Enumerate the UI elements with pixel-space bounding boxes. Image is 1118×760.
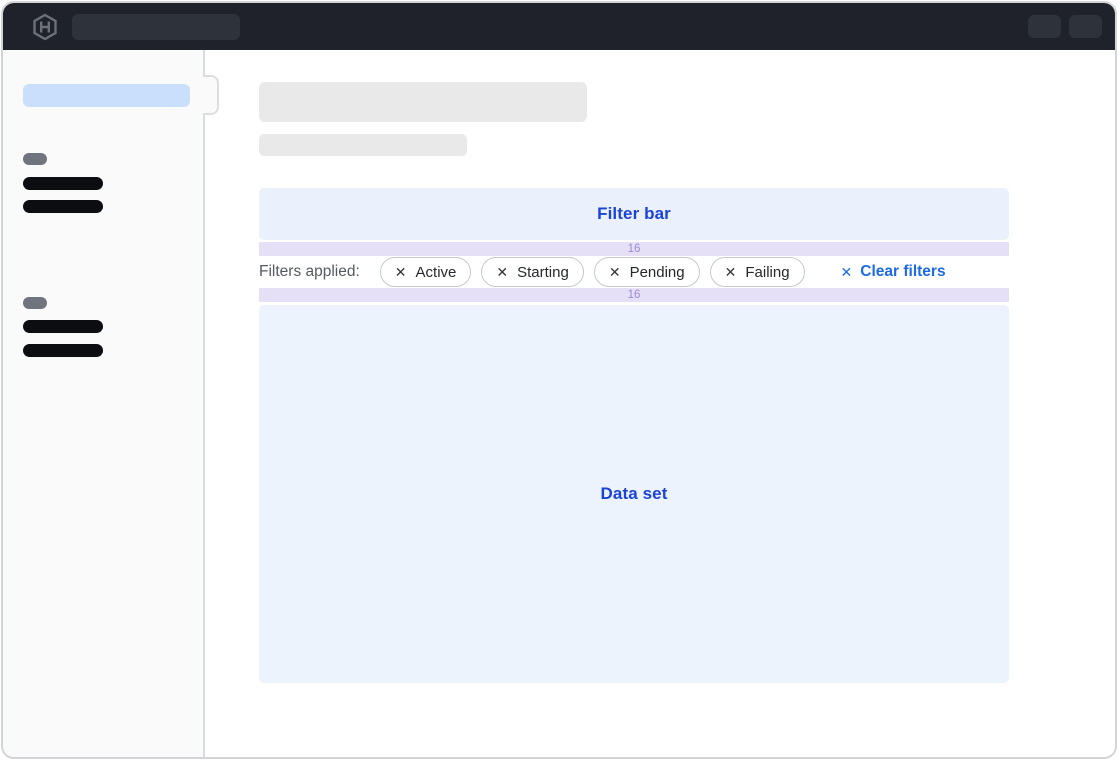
filter-chip-label: Starting <box>517 264 569 281</box>
sidebar-nav-item-placeholder-1[interactable] <box>23 177 103 190</box>
data-set-region: Data set <box>259 305 1009 683</box>
topbar-action-button-2[interactable] <box>1069 15 1102 38</box>
spacing-annotation-bottom: 16 <box>259 288 1009 302</box>
spacing-annotation-top: 16 <box>259 242 1009 256</box>
topbar-action-button-1[interactable] <box>1028 15 1061 38</box>
hashicorp-logo-icon <box>32 13 58 41</box>
sidebar-active-item-placeholder[interactable] <box>23 84 190 107</box>
filter-bar-region: Filter bar <box>259 188 1009 240</box>
sidebar-collapse-handle[interactable] <box>203 75 219 115</box>
filter-chip-active[interactable]: ✕ Active <box>380 257 472 287</box>
top-navigation-bar <box>3 3 1115 50</box>
sidebar-nav-item-placeholder-2[interactable] <box>23 200 103 213</box>
filter-chip-starting[interactable]: ✕ Starting <box>481 257 583 287</box>
chip-close-icon[interactable]: ✕ <box>725 265 737 279</box>
sidebar-section-heading-placeholder-2 <box>23 297 47 309</box>
filter-chip-label: Pending <box>630 264 685 281</box>
filter-bar-region-label: Filter bar <box>597 204 671 224</box>
app-window: Filter bar 16 Filters applied: ✕ Active … <box>1 1 1117 759</box>
page-subtitle-placeholder <box>259 134 467 156</box>
spacing-annotation-bottom-value: 16 <box>628 288 641 302</box>
main-content: Filter bar 16 Filters applied: ✕ Active … <box>205 50 1115 757</box>
filter-chip-label: Active <box>416 264 457 281</box>
filter-chip-failing[interactable]: ✕ Failing <box>710 257 805 287</box>
spacing-annotation-top-value: 16 <box>628 242 641 256</box>
sidebar-section-heading-placeholder-1 <box>23 153 47 165</box>
sidebar-nav-item-placeholder-4[interactable] <box>23 344 103 357</box>
filters-applied-label: Filters applied: <box>259 263 360 281</box>
data-set-region-label: Data set <box>601 484 668 504</box>
filter-chip-label: Failing <box>745 264 789 281</box>
applied-filters-row: Filters applied: ✕ Active ✕ Starting ✕ P… <box>259 256 1009 288</box>
sidebar <box>3 50 205 757</box>
clear-filters-button[interactable]: ✕ Clear filters <box>841 263 946 281</box>
sidebar-nav-item-placeholder-3[interactable] <box>23 320 103 333</box>
chip-close-icon[interactable]: ✕ <box>395 265 407 279</box>
filter-chip-pending[interactable]: ✕ Pending <box>594 257 700 287</box>
clear-filters-x-icon: ✕ <box>841 264 853 281</box>
chip-close-icon[interactable]: ✕ <box>609 265 621 279</box>
chip-close-icon[interactable]: ✕ <box>496 265 508 279</box>
page-title-placeholder <box>259 82 587 122</box>
topbar-search-placeholder[interactable] <box>72 14 240 40</box>
clear-filters-label: Clear filters <box>860 263 945 281</box>
